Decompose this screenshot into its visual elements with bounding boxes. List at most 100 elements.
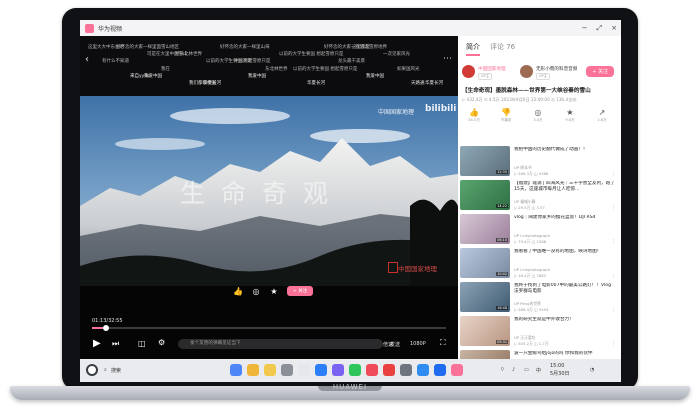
more-options-icon[interactable]: ⋮ <box>611 273 616 279</box>
more-options-icon[interactable]: ⋮ <box>611 171 616 177</box>
video-player[interactable]: 这里大大中东古达 可是在大里中国雪山 以前的大学生要国 想起雪原只是 东北林世界 好怀念… <box>80 36 458 359</box>
list-item[interactable]: 12:35 我把中国的历史翻代做成了动画！！ UP 原本书 ▷ 269.3万 ◫ 43… <box>460 146 618 179</box>
mail-icon[interactable] <box>315 364 327 376</box>
panel-tabs: 简介 评论 76 <box>466 42 515 56</box>
list-item[interactable]: 05:31 我的研究生就是中外收合力！ UP 汪汪爱吃 ▷ 505.2万 ◫ 1.7万… <box>460 316 618 349</box>
video-overlay-title: 生命奇观 <box>180 179 345 208</box>
rec-title[interactable]: 【福建】霞浦 | 四海风光｜三千字善全友利，跑了15天，这座城市每月让人吃惊..… <box>514 181 616 193</box>
video-thumbnail[interactable]: 14:22 <box>460 180 510 210</box>
taskbar: ⌕ 搜索 ⌔ ♪ ▭ 中 15:00 5月30日 ◔ <box>80 359 621 382</box>
video-thumbnail[interactable]: 05:31 <box>460 316 510 346</box>
follow-button[interactable]: + 关注 <box>586 66 614 77</box>
back-icon[interactable]: ‹ <box>85 54 89 65</box>
next-icon[interactable]: ⏭ <box>112 339 119 349</box>
calendar-icon[interactable] <box>298 364 310 376</box>
progress-bar[interactable] <box>92 325 446 331</box>
like-icon[interactable]: 👍 <box>233 287 243 296</box>
channel-watermark: 中国国家地理 <box>378 109 415 116</box>
avatar[interactable] <box>520 65 533 78</box>
video-thumbnail[interactable]: 06:10 <box>460 214 510 244</box>
music-icon[interactable] <box>366 364 378 376</box>
doc-icon[interactable] <box>281 364 293 376</box>
list-item[interactable]: 14:22 【福建】霞浦 | 四海风光｜三千字善全友利，跑了15天，这座城市每月让… <box>460 180 618 213</box>
more-options-icon[interactable]: ⋮ <box>611 341 616 347</box>
like-button[interactable]: 👍 34.3万 <box>462 108 486 123</box>
huawei-video-icon[interactable] <box>434 364 446 376</box>
list-item[interactable]: 06:10 vlog｜阔建你家乡的樱花盆景！DJI RS4 UP Linkphoto… <box>460 214 618 247</box>
more-options-icon[interactable]: ⋯ <box>443 54 452 64</box>
more-options-icon[interactable]: ⋮ <box>611 239 616 245</box>
list-item[interactable]: 10:02 我看看了中国唯一没有的地图，峡湾地图！ UP Linkphotograp… <box>460 248 618 281</box>
video-thumbnail[interactable]: 10:02 <box>460 248 510 278</box>
danmaku-item: 华夏长河 <box>203 81 221 86</box>
tab-comments[interactable]: 评论 76 <box>490 42 515 56</box>
rec-title[interactable]: 我把中国的历史翻代做成了动画！！ <box>514 147 616 159</box>
taskbar-search-label[interactable]: 搜索 <box>111 367 121 374</box>
follow-button[interactable]: + 关注 <box>287 286 314 296</box>
list-item[interactable]: 02:14波一只金鲸鸟给jojo的吗 你和我的伙伴UP 狐小乐▷ 3.2万 ◫ … <box>460 350 618 359</box>
rec-title[interactable]: 我看看了中国唯一没有的地图，峡湾地图！ <box>514 249 616 261</box>
rec-title[interactable]: 我终于找到了电影007中的最美公路灯！！Vlog 法罗群岛电影 <box>514 283 616 295</box>
tree <box>410 199 458 286</box>
bilibili-icon[interactable] <box>451 364 463 376</box>
launcher-icon[interactable] <box>230 364 242 376</box>
tab-intro[interactable]: 简介 <box>466 42 480 56</box>
chat-icon[interactable] <box>349 364 361 376</box>
video-thumbnail[interactable]: 16:48 <box>460 282 510 312</box>
battery-icon[interactable]: ▭ <box>524 367 529 373</box>
ime-indicator[interactable]: 中 <box>536 367 541 374</box>
coin-icon[interactable]: ◎ <box>251 287 261 296</box>
avatar[interactable] <box>462 65 475 78</box>
danmaku-settings-icon[interactable]: ⚙ <box>158 338 165 347</box>
video-icon[interactable] <box>383 364 395 376</box>
clock-time[interactable]: 15:00 <box>550 363 564 369</box>
volume-icon[interactable]: ♪ <box>512 367 515 373</box>
settings-icon[interactable] <box>400 364 412 376</box>
play-icon[interactable]: ▶ <box>93 338 101 349</box>
danmaku-input[interactable]: 发个友善的弹幕见证当下 <box>178 339 383 349</box>
coauthor-name[interactable]: 无形小而的科普音频 <box>536 66 577 72</box>
restore-button[interactable]: ⤢ <box>597 24 603 33</box>
list-item[interactable]: 16:48 我终于找到了电影007中的最美公路灯！！Vlog 法罗群岛电影 UP P… <box>460 282 618 315</box>
start-icon[interactable] <box>86 364 98 376</box>
bilibili-logo: bilibili <box>425 104 457 114</box>
notification-icon[interactable]: ◔ <box>590 367 594 373</box>
quality-button[interactable]: 1080P <box>410 341 426 347</box>
rec-title[interactable]: 我的研究生就是中外收合力！ <box>514 317 616 329</box>
minimize-button[interactable]: − <box>582 24 588 32</box>
more-options-icon[interactable]: ⋮ <box>611 307 616 313</box>
author-row: 中国国家地理 UP主 无形小而的科普音频 UP主 + 关注 <box>462 62 618 82</box>
more-options-icon[interactable]: ⋮ <box>611 205 616 211</box>
danmaku-toggle-icon[interactable]: ◫ <box>138 339 146 348</box>
wifi-icon[interactable]: ⌔ <box>500 367 505 373</box>
video-thumbnail[interactable]: 12:35 <box>460 146 510 176</box>
weather-icon[interactable] <box>417 364 429 376</box>
rec-stats: ▷ 505.2万 ◫ 1.7万 <box>514 341 549 346</box>
clock-date[interactable]: 5月30日 <box>550 370 570 377</box>
favorite-icon[interactable]: ★ <box>269 287 279 296</box>
notes-icon[interactable] <box>264 364 276 376</box>
danmaku-item: 好怀念的大家一样里面雪山地区 <box>116 45 179 50</box>
share-count: 2.6万 <box>597 118 607 122</box>
rec-title[interactable]: 波一只金鲸鸟给jojo的吗 你和我的伙伴 <box>514 351 616 359</box>
author-name[interactable]: 中国国家地理 <box>478 66 506 72</box>
taskbar-search-icon[interactable]: ⌕ <box>104 367 107 373</box>
danmaku-item: 时长北林世界 <box>175 52 202 57</box>
app-icon[interactable] <box>332 364 344 376</box>
fullscreen-icon[interactable]: ⛶ <box>440 338 446 348</box>
share-button[interactable]: ↗ 2.6万 <box>590 108 614 123</box>
duration-label: 05:31 <box>496 340 508 344</box>
favorite-button[interactable]: ★ 9.6万 <box>558 108 582 123</box>
speed-button[interactable]: 倍速 <box>383 341 393 348</box>
dislike-button[interactable]: 👎 不喜欢 <box>494 108 518 123</box>
playback-time: 01:13/32:55 <box>92 318 123 324</box>
cloud <box>310 129 410 143</box>
danmaku-item: 我在 <box>161 67 170 72</box>
action-row: 👍 34.3万 👎 不喜欢 ◎ 3.4万 ★ 9.6万 ↗ 2.6万 <box>462 108 614 123</box>
video-thumbnail[interactable]: 02:14 <box>460 350 510 359</box>
coin-button[interactable]: ◎ 3.4万 <box>526 108 550 123</box>
rec-title[interactable]: vlog｜阔建你家乡的樱花盆景！DJI RS4 <box>514 215 616 227</box>
files-icon[interactable] <box>247 364 259 376</box>
close-button[interactable]: × <box>611 24 617 32</box>
progress-handle[interactable] <box>103 325 110 331</box>
